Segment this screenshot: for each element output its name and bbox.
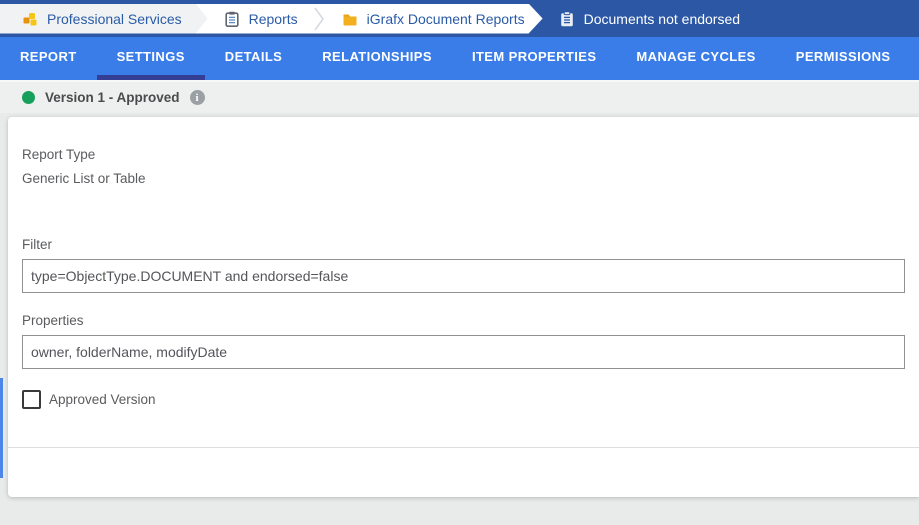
info-icon[interactable]: i [190,90,205,105]
tab-item-properties[interactable]: ITEM PROPERTIES [452,37,616,80]
clipboard-icon [559,11,575,27]
tab-relationships[interactable]: RELATIONSHIPS [302,37,452,80]
breadcrumb-item-igrafx-document-reports[interactable]: iGrafx Document Reports [326,4,539,34]
tab-settings[interactable]: SETTINGS [97,37,205,80]
breadcrumb-current-label: Documents not endorsed [584,11,740,27]
card-footer-divider [8,447,919,448]
breadcrumb-label: Reports [249,11,298,27]
tab-report[interactable]: REPORT [0,37,97,80]
filter-input[interactable] [22,259,905,293]
tab-bar: REPORT SETTINGS DETAILS RELATIONSHIPS IT… [0,37,919,80]
report-type-label: Report Type [22,147,919,163]
tab-details[interactable]: DETAILS [205,37,302,80]
tab-permissions[interactable]: PERMISSIONS [776,37,911,80]
version-label: Version 1 - Approved [45,90,180,105]
breadcrumb-label: iGrafx Document Reports [367,11,525,27]
properties-label: Properties [22,313,919,329]
clipboard-icon [224,11,240,27]
filter-label: Filter [22,237,919,253]
folder-icon [342,11,358,27]
status-dot-approved [22,91,35,104]
approved-version-checkbox[interactable] [22,390,41,409]
cubes-icon [22,11,38,27]
version-bar: Version 1 - Approved i [0,80,919,113]
breadcrumb: Professional Services Reports [0,0,919,37]
approved-version-label: Approved Version [49,392,156,407]
breadcrumb-current-documents-not-endorsed: Documents not endorsed [559,11,740,27]
breadcrumb-item-professional-services[interactable]: Professional Services [0,4,208,34]
breadcrumb-label: Professional Services [47,11,182,27]
chevron-right-icon [314,7,324,31]
breadcrumb-item-reports[interactable]: Reports [208,4,312,34]
report-type-value: Generic List or Table [22,171,919,187]
properties-input[interactable] [22,335,905,369]
left-edge-scrollbar-thumb[interactable] [0,378,3,478]
settings-panel: Report Type Generic List or Table Filter… [8,117,919,497]
tab-manage-cycles[interactable]: MANAGE CYCLES [616,37,775,80]
breadcrumb-band: Professional Services Reports [0,4,543,34]
approved-version-checkbox-row[interactable]: Approved Version [22,390,919,409]
